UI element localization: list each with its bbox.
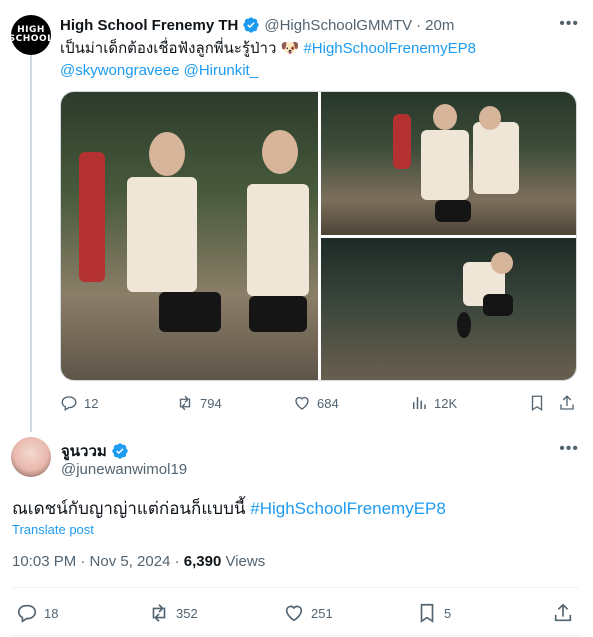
display-name-row: จูนววม xyxy=(61,439,133,463)
tweet-text-thai: ณเดชน์กับญาญ่าแต่ก่อนก็แบบนี้ xyxy=(12,499,246,518)
more-options-icon[interactable]: ••• xyxy=(559,15,579,33)
dog-emoji: 🐶 xyxy=(280,40,300,57)
media-grid[interactable] xyxy=(60,91,577,381)
analytics-icon xyxy=(413,397,426,409)
divider xyxy=(12,635,579,636)
mentions-link[interactable]: @skywongraveee @Hirunkit_ xyxy=(60,62,258,79)
bookmark-button[interactable] xyxy=(528,394,552,412)
heart-icon xyxy=(285,605,303,622)
photo-2[interactable] xyxy=(321,92,576,235)
views-count: 6,390 xyxy=(183,553,222,570)
avatar[interactable]: HIGH SCHOOL xyxy=(11,15,51,55)
repost-button[interactable]: 794 xyxy=(176,394,222,412)
views-count: 12K xyxy=(434,395,458,411)
verified-badge-icon xyxy=(112,443,128,459)
bookmark-button[interactable]: 5 xyxy=(416,602,451,624)
handle[interactable]: @HighSchoolGMMTV xyxy=(264,17,412,34)
bookmark-icon xyxy=(531,395,543,412)
separator-dot: · xyxy=(416,16,422,34)
reply-tweet[interactable]: จูนววม @junewanwimol19 ••• ณเดชน์กับญาญ่… xyxy=(0,430,593,637)
display-name[interactable]: High School Frenemy TH xyxy=(60,17,238,34)
display-name[interactable]: จูนววม xyxy=(61,439,107,463)
parent-action-bar: 12 794 684 12K xyxy=(60,394,580,416)
like-count: 251 xyxy=(311,605,333,621)
like-button[interactable]: 684 xyxy=(293,394,339,412)
timestamp[interactable]: 10:03 PM · Nov 5, 2024 · xyxy=(12,553,184,570)
bookmark-count: 5 xyxy=(444,605,452,621)
hashtag-link[interactable]: #HighSchoolFrenemyEP8 xyxy=(303,40,476,57)
more-options-icon[interactable]: ••• xyxy=(559,440,579,458)
verified-badge-icon xyxy=(243,17,260,33)
repost-count: 794 xyxy=(200,395,222,411)
hashtag-link[interactable]: #HighSchoolFrenemyEP8 xyxy=(250,499,446,518)
heart-icon xyxy=(295,396,309,410)
bookmark-icon xyxy=(420,603,434,623)
divider xyxy=(12,587,579,588)
tweet-text: เป็นม่าเด็กต้องเชื่อฟังลูกพี่นะรู้ป่าว 🐶… xyxy=(60,38,580,82)
share-button[interactable] xyxy=(558,394,582,412)
timestamp[interactable]: 20m xyxy=(425,17,454,34)
avatar[interactable] xyxy=(11,437,51,477)
reply-count: 18 xyxy=(44,605,59,621)
avatar-logo: HIGH SCHOOL xyxy=(11,25,51,44)
repost-icon xyxy=(179,395,191,411)
tweet-meta: 10:03 PM · Nov 5, 2024 · 6,390 Views xyxy=(12,553,265,570)
share-icon xyxy=(560,395,574,410)
reply-icon xyxy=(61,396,77,411)
repost-count: 352 xyxy=(176,605,198,621)
handle[interactable]: @junewanwimol19 xyxy=(61,461,187,478)
reply-count: 12 xyxy=(84,395,99,411)
reply-action-bar: 18 352 251 5 xyxy=(12,602,579,624)
repost-icon xyxy=(152,604,166,622)
repost-button[interactable]: 352 xyxy=(148,602,198,624)
views-button[interactable]: 12K xyxy=(410,394,457,412)
reply-icon xyxy=(17,604,37,623)
tweet-text: ณเดชน์กับญาญ่าแต่ก่อนก็แบบนี้ #HighSchoo… xyxy=(12,495,446,522)
parent-tweet[interactable]: HIGH SCHOOL High School Frenemy TH @High… xyxy=(0,0,593,430)
share-button[interactable] xyxy=(552,602,580,624)
tweet-header: High School Frenemy TH @HighSchoolGMMTV … xyxy=(60,16,454,34)
photo-3[interactable] xyxy=(321,238,576,380)
tweet-text-thai: เป็นม่าเด็กต้องเชื่อฟังลูกพี่นะรู้ป่าว xyxy=(60,40,277,57)
reply-button[interactable]: 12 xyxy=(60,394,98,412)
reply-button[interactable]: 18 xyxy=(16,602,58,624)
photo-1[interactable] xyxy=(61,92,318,380)
share-icon xyxy=(554,603,572,622)
translate-post-link[interactable]: Translate post xyxy=(12,522,94,537)
views-label: Views xyxy=(221,553,266,570)
like-count: 684 xyxy=(317,395,339,411)
like-button[interactable]: 251 xyxy=(283,602,333,624)
